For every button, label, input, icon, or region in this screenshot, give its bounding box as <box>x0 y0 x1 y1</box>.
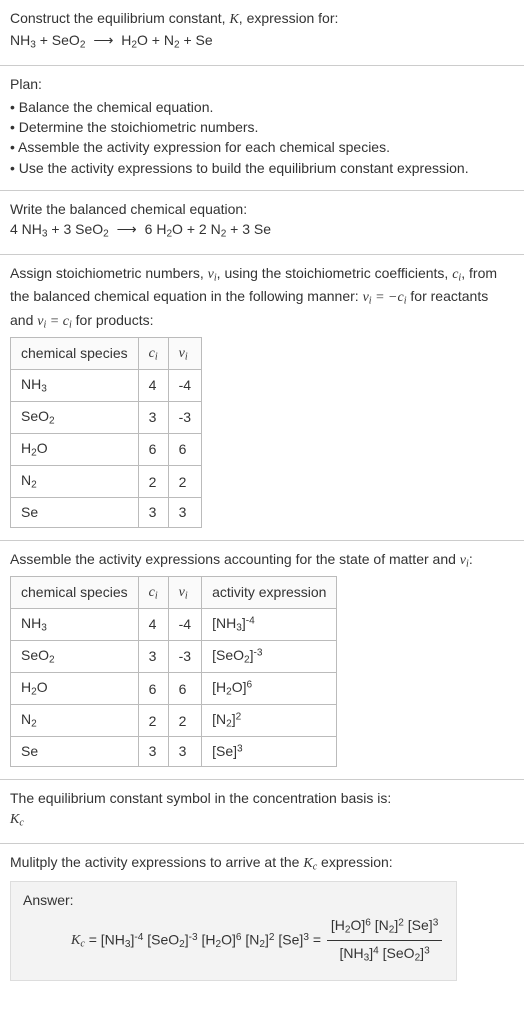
activity: [Se]3 <box>202 737 337 766</box>
col-vi: νi <box>168 576 201 608</box>
vi: 2 <box>168 705 201 737</box>
vi: 2 <box>168 466 201 498</box>
activity: [H2O]6 <box>202 673 337 705</box>
species: H2O <box>11 673 139 705</box>
K-symbol: K <box>229 12 238 27</box>
activity: [NH3]-4 <box>202 608 337 640</box>
denominator: [NH3]4 [SeO2]3 <box>327 941 442 966</box>
activity-section: Assemble the activity expressions accoun… <box>0 541 524 780</box>
text: for products: <box>72 312 154 328</box>
table-row: NH34-4[NH3]-4 <box>11 608 337 640</box>
col-species: chemical species <box>11 576 139 608</box>
species: H2O <box>11 434 139 466</box>
relation-pos: νi = ci <box>37 314 72 329</box>
kc-symbol: Kc <box>10 808 514 831</box>
vi: 6 <box>168 434 201 466</box>
ci: 3 <box>138 498 168 527</box>
unbalanced-equation: NH3 + SeO2 ⟶ H2O + N2 + Se <box>10 30 514 53</box>
balanced-equation: 4 NH3 + 3 SeO2 ⟶ 6 H2O + 2 N2 + 3 Se <box>10 219 514 242</box>
table-row: H2O66 <box>11 434 202 466</box>
ci: 4 <box>138 608 168 640</box>
col-vi: νi <box>168 337 201 369</box>
table-row: NH34-4 <box>11 369 202 401</box>
table-row: Se33 <box>11 498 202 527</box>
species: SeO2 <box>11 641 139 673</box>
kc-expression: Kc = [NH3]-4 [SeO2]-3 [H2O]6 [N2]2 [Se]3… <box>23 915 444 966</box>
relation-neg: νi = −ci <box>363 290 407 305</box>
species: NH3 <box>11 608 139 640</box>
vi: -3 <box>168 641 201 673</box>
text: Construct the equilibrium constant, <box>10 10 229 26</box>
ci: 3 <box>138 401 168 433</box>
stoich-table: chemical species ci νi NH34-4 SeO23-3 H2… <box>10 337 202 528</box>
species: N2 <box>11 705 139 737</box>
table-header-row: chemical species ci νi <box>11 337 202 369</box>
kc-symbol-section: The equilibrium constant symbol in the c… <box>0 780 524 844</box>
species: N2 <box>11 466 139 498</box>
balanced-heading: Write the balanced chemical equation: <box>10 199 514 219</box>
vi: 3 <box>168 498 201 527</box>
plan-item: Assemble the activity expression for eac… <box>10 137 514 157</box>
ci: 4 <box>138 369 168 401</box>
col-activity: activity expression <box>202 576 337 608</box>
activity-table: chemical species ci νi activity expressi… <box>10 576 337 767</box>
plan-section: Plan: Balance the chemical equation. Det… <box>0 66 524 190</box>
nu-i: νi <box>460 553 469 568</box>
col-species: chemical species <box>11 337 139 369</box>
table-row: Se33[Se]3 <box>11 737 337 766</box>
vi: -4 <box>168 369 201 401</box>
species: NH3 <box>11 369 139 401</box>
col-ci: ci <box>138 576 168 608</box>
final-section: Mulitply the activity expressions to arr… <box>0 844 524 993</box>
species: Se <box>11 737 139 766</box>
species: Se <box>11 498 139 527</box>
ci: 6 <box>138 434 168 466</box>
vi: -3 <box>168 401 201 433</box>
numerator: [H2O]6 [N2]2 [Se]3 <box>327 915 442 941</box>
prompt-section: Construct the equilibrium constant, K, e… <box>0 0 524 66</box>
text: expression: <box>317 854 392 870</box>
species: SeO2 <box>11 401 139 433</box>
ci: 2 <box>138 705 168 737</box>
final-intro: Mulitply the activity expressions to arr… <box>10 852 514 875</box>
plan-item: Balance the chemical equation. <box>10 97 514 117</box>
ci: 3 <box>138 641 168 673</box>
fraction: [H2O]6 [N2]2 [Se]3 [NH3]4 [SeO2]3 <box>327 915 442 966</box>
kc: Kc <box>303 856 317 871</box>
table-header-row: chemical species ci νi activity expressi… <box>11 576 337 608</box>
table-row: SeO23-3[SeO2]-3 <box>11 641 337 673</box>
stoich-intro: Assign stoichiometric numbers, νi, using… <box>10 263 514 332</box>
answer-box: Answer: Kc = [NH3]-4 [SeO2]-3 [H2O]6 [N2… <box>10 881 457 981</box>
plan-item: Use the activity expressions to build th… <box>10 158 514 178</box>
activity: [SeO2]-3 <box>202 641 337 673</box>
vi: 6 <box>168 673 201 705</box>
answer-label: Answer: <box>23 890 444 910</box>
c-i: ci <box>452 267 461 282</box>
plan-heading: Plan: <box>10 74 514 94</box>
activity: [N2]2 <box>202 705 337 737</box>
table-row: H2O66[H2O]6 <box>11 673 337 705</box>
kc-symbol-text: The equilibrium constant symbol in the c… <box>10 788 514 808</box>
vi: -4 <box>168 608 201 640</box>
stoich-section: Assign stoichiometric numbers, νi, using… <box>0 255 524 540</box>
ci: 3 <box>138 737 168 766</box>
nu-i: νi <box>208 267 217 282</box>
prompt-title: Construct the equilibrium constant, K, e… <box>10 8 514 30</box>
table-row: N222 <box>11 466 202 498</box>
balanced-section: Write the balanced chemical equation: 4 … <box>0 191 524 255</box>
table-row: N222[N2]2 <box>11 705 337 737</box>
text: , using the stoichiometric coefficients, <box>217 265 453 281</box>
text: Assemble the activity expressions accoun… <box>10 551 460 567</box>
text: , expression for: <box>239 10 339 26</box>
text: Mulitply the activity expressions to arr… <box>10 854 303 870</box>
ci: 6 <box>138 673 168 705</box>
table-row: SeO23-3 <box>11 401 202 433</box>
vi: 3 <box>168 737 201 766</box>
col-ci: ci <box>138 337 168 369</box>
plan-item: Determine the stoichiometric numbers. <box>10 117 514 137</box>
ci: 2 <box>138 466 168 498</box>
plan-list: Balance the chemical equation. Determine… <box>10 97 514 178</box>
text: Assign stoichiometric numbers, <box>10 265 208 281</box>
activity-intro: Assemble the activity expressions accoun… <box>10 549 514 572</box>
